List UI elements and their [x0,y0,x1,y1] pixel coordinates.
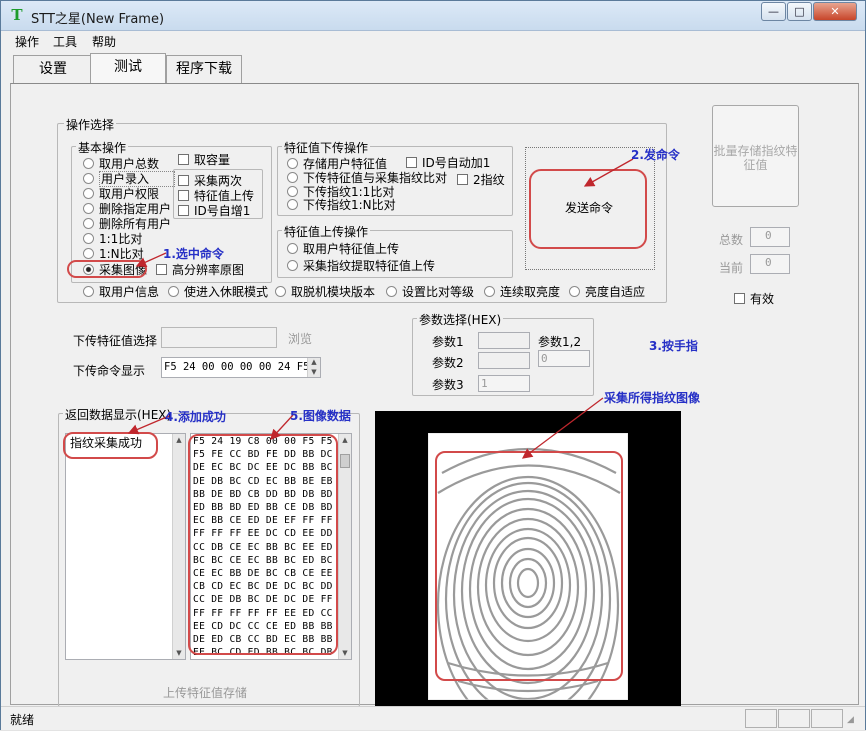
annotation-add-success: 4.添加成功 [165,410,226,424]
annotation-press-finger: 3.按手指 [649,339,698,353]
app-window: T STT之星(New Frame) — □ ✕ 操作 工具 帮助 设置 测试 … [0,0,866,730]
annotation-send-command: 2.发命令 [631,148,680,162]
annotation-fingerprint-image: 采集所得指纹图像 [604,391,701,405]
annotation-select-command: 1.选中命令 [163,247,224,261]
resize-grip-icon[interactable]: ◢ [847,715,854,725]
status-pane-2 [778,709,810,728]
status-pane-1 [745,709,777,728]
status-pane-3 [811,709,843,728]
annotation-arrows [127,158,634,459]
status-text: 就绪 [10,713,35,727]
annotation-image-data: 5.图像数据 [290,409,351,423]
status-bar: 就绪 ◢ [1,706,865,730]
